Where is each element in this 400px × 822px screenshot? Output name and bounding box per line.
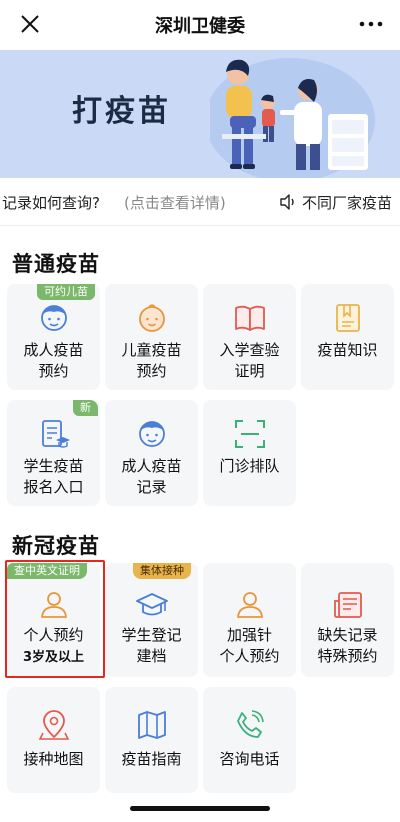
tile-vaccination-map[interactable]: 接种地图	[7, 687, 100, 793]
tile-label: 入学查验 证明	[219, 341, 280, 380]
badge-group-vaccination: 集体接种	[133, 563, 191, 579]
graduation-cap-icon	[135, 593, 168, 616]
notice-hint[interactable]: (点击查看详情)	[124, 192, 226, 213]
tile-vaccine-guide[interactable]: 疫苗指南	[105, 687, 198, 793]
tile-label: 疫苗知识	[317, 341, 378, 359]
open-book-icon	[234, 305, 265, 331]
tile-school-entry-check[interactable]: 入学查验 证明	[203, 284, 296, 390]
page-title: 深圳卫健委	[155, 16, 245, 37]
scan-frame-icon	[234, 420, 265, 448]
person-icon	[236, 592, 263, 618]
tile-vaccine-knowledge[interactable]: 疫苗知识	[301, 284, 394, 390]
tile-label: 成人疫苗 记录	[121, 457, 182, 496]
tile-booster-booking[interactable]: 加强针 个人预约	[203, 563, 296, 677]
tile-student-registration[interactable]: 集体接种 学生登记 建档	[105, 563, 198, 677]
bookmark-icon	[335, 304, 360, 332]
tile-label: 学生疫苗 报名入口	[23, 457, 84, 496]
tile-hotline[interactable]: 咨询电话	[203, 687, 296, 793]
tile-student-vaccine-signup[interactable]: 新 学生疫苗 报名入口	[7, 400, 100, 506]
tile-label: 咨询电话	[219, 750, 280, 768]
newspaper-icon	[333, 592, 362, 618]
section-title-regular: 普通疫苗	[12, 252, 100, 276]
tile-adult-vaccine-record[interactable]: 成人疫苗 记录	[105, 400, 198, 506]
notice-bar[interactable]: 记录如何查询? (点击查看详情) 不同厂家疫苗	[0, 178, 400, 226]
badge-child-vaccine: 可约儿苗	[37, 284, 95, 300]
notice-text: 记录如何查询?	[2, 194, 100, 212]
tile-label: 学生登记 建档	[121, 626, 182, 665]
tile-label: 疫苗指南	[121, 750, 182, 768]
vaccination-illustration	[210, 58, 375, 178]
notice-scroll-text: 不同厂家疫苗	[302, 194, 393, 212]
badge-new: 新	[73, 400, 98, 416]
tile-missing-record[interactable]: 缺失记录 特殊预约	[301, 563, 394, 677]
banner-title: 打疫苗	[72, 94, 171, 129]
tile-label: 加强针 个人预约	[219, 626, 280, 665]
tile-adult-vaccine-booking[interactable]: 可约儿苗 成人疫苗 预约	[7, 284, 100, 390]
tile-label: 儿童疫苗 预约	[121, 341, 182, 380]
tile-label: 接种地图	[23, 750, 84, 768]
student-form-icon	[41, 420, 70, 448]
baby-face-icon	[138, 304, 165, 332]
tile-label: 缺失记录 特殊预约	[317, 626, 378, 665]
map-pin-icon	[38, 710, 69, 740]
section-title-covid: 新冠疫苗	[12, 534, 100, 558]
top-bar: 深圳卫健委	[0, 0, 400, 50]
more-options-icon[interactable]	[358, 12, 384, 36]
adult-face-icon	[138, 421, 165, 447]
tile-label: 成人疫苗 预约	[23, 341, 84, 380]
phone-icon	[236, 710, 264, 738]
home-indicator	[130, 806, 270, 811]
adult-face-icon	[40, 305, 67, 331]
tile-label: 门诊排队	[219, 457, 280, 475]
folded-map-icon	[137, 711, 166, 739]
tile-child-vaccine-booking[interactable]: 儿童疫苗 预约	[105, 284, 198, 390]
tile-clinic-queue[interactable]: 门诊排队	[203, 400, 296, 506]
highlight-box	[5, 560, 105, 678]
speaker-icon	[280, 194, 294, 210]
vaccination-banner[interactable]: 打疫苗	[0, 50, 400, 178]
